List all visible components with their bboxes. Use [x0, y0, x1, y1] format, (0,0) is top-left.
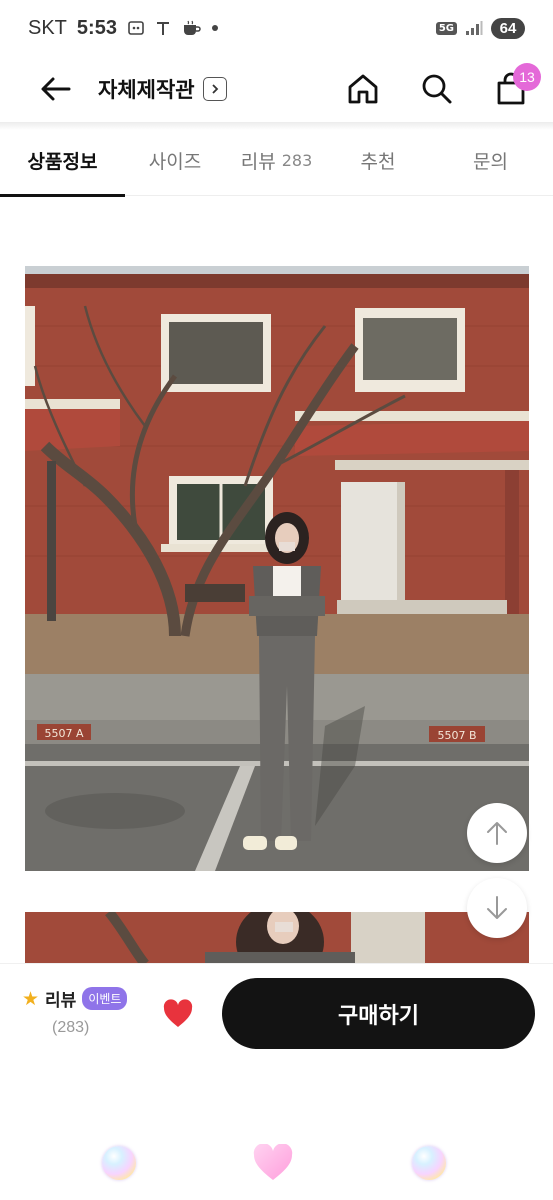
bubble-icon[interactable]	[102, 1146, 136, 1180]
search-button[interactable]	[417, 69, 457, 109]
t-app-icon	[155, 19, 171, 37]
review-summary[interactable]: ★ 리뷰 이벤트 (283)	[22, 986, 128, 1037]
tab-label: 사이즈	[148, 150, 202, 173]
home-button[interactable]	[343, 69, 383, 109]
tab-recommend[interactable]: 추천	[328, 124, 428, 196]
notification-dot-icon	[211, 24, 219, 32]
arrow-left-icon	[41, 77, 71, 101]
app-bar: 자체제작관 13	[0, 56, 553, 122]
tab-label: 추천	[360, 150, 396, 173]
cart-button[interactable]: 13	[491, 63, 541, 109]
event-badge: 이벤트	[82, 987, 128, 1010]
battery-level: 64	[491, 17, 525, 39]
star-icon: ★	[22, 987, 40, 1010]
tab-label: 문의	[473, 150, 508, 173]
status-left: SKT 5:53	[28, 17, 219, 40]
tab-label: 상품정보	[27, 150, 98, 173]
like-button[interactable]	[158, 994, 198, 1034]
review-count: (283)	[52, 1019, 90, 1036]
curb-sign-right: 5507 B	[437, 729, 476, 742]
curb-sign-left: 5507 A	[44, 727, 83, 740]
cart-count-badge: 13	[513, 63, 541, 91]
arrow-down-icon	[487, 896, 507, 919]
bubble-icon[interactable]	[412, 1146, 446, 1180]
chevron-right-icon	[202, 77, 227, 101]
tab-inquiry[interactable]: 문의	[428, 124, 553, 196]
carrier-label: SKT	[28, 16, 67, 39]
home-icon	[348, 74, 378, 104]
tab-review-count: 283	[281, 150, 313, 170]
app-bar-actions: 13	[343, 63, 541, 109]
status-bar: SKT 5:53 5G 64	[0, 0, 553, 56]
review-line: ★ 리뷰 이벤트	[22, 986, 128, 1011]
heart-icon[interactable]	[252, 1143, 294, 1186]
scroll-to-bottom-button[interactable]	[467, 878, 527, 938]
signal-icon	[465, 20, 483, 36]
shop-title-link[interactable]: 자체제작관	[98, 74, 227, 104]
tab-product-info[interactable]: 상품정보	[0, 124, 125, 197]
product-photo	[25, 912, 529, 964]
product-photo: 5507 A 5507 B	[25, 266, 529, 871]
clock: 5:53	[76, 16, 117, 39]
buy-button[interactable]: 구매하기	[222, 978, 535, 1049]
back-button[interactable]	[36, 69, 76, 109]
review-label: 리뷰	[45, 991, 77, 1011]
scroll-to-top-button[interactable]	[467, 803, 527, 863]
cup-icon	[181, 19, 201, 37]
page-title: 자체제작관	[98, 78, 195, 102]
network-type: 5G	[435, 21, 457, 35]
tab-label: 리뷰	[240, 150, 276, 173]
tab-size[interactable]: 사이즈	[125, 124, 225, 196]
arrow-up-icon	[487, 822, 507, 845]
search-icon	[422, 74, 452, 104]
purchase-bar: ★ 리뷰 이벤트 (283) 구매하기	[0, 963, 553, 1068]
heart-icon	[163, 999, 193, 1027]
product-tabs: 상품정보 사이즈 리뷰 283 추천 문의	[0, 124, 553, 197]
tab-review[interactable]: 리뷰 283	[225, 124, 328, 196]
status-right: 5G 64	[435, 17, 525, 39]
screenshot-icon	[127, 19, 145, 37]
